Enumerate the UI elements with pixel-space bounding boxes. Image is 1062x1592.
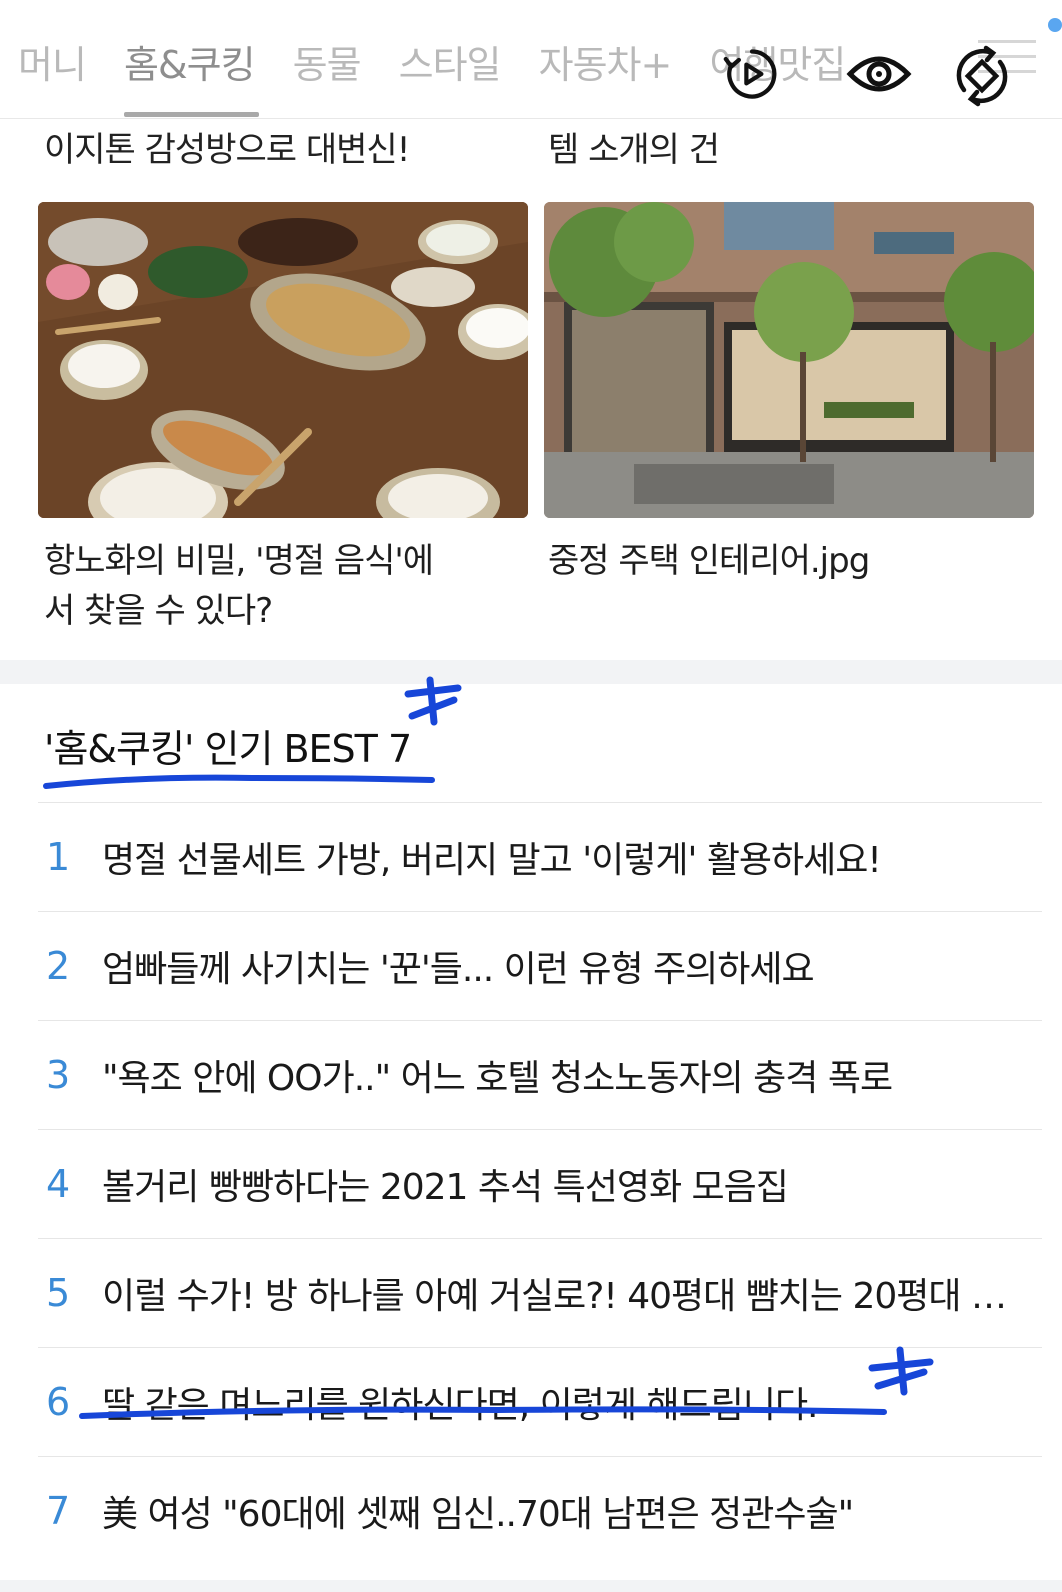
rank-number: 2 bbox=[46, 944, 71, 988]
tab-money[interactable]: 머니 bbox=[18, 34, 87, 89]
thumbnail-holiday-food[interactable] bbox=[38, 202, 528, 518]
rank-number: 3 bbox=[46, 1053, 71, 1097]
list-item-title: 볼거리 빵빵하다는 2021 추석 특선영화 모음집 bbox=[102, 1167, 789, 1208]
list-item[interactable]: 4 볼거리 빵빵하다는 2021 추석 특선영화 모음집 bbox=[38, 1129, 1042, 1238]
list-item[interactable]: 5 이럴 수가! 방 하나를 아예 거실로?! 40평대 뺨치는 20평대 인테… bbox=[38, 1238, 1042, 1347]
list-item[interactable]: 2 엄빠들께 사기치는 '꾼'들... 이런 유형 주의하세요 bbox=[38, 911, 1042, 1020]
notification-dot bbox=[1048, 18, 1062, 32]
list-item-title: 엄빠들께 사기치는 '꾼'들... 이런 유형 주의하세요 bbox=[102, 949, 815, 990]
handdrawn-underline-annotation bbox=[43, 774, 435, 789]
rank-number: 7 bbox=[46, 1489, 71, 1533]
rotate-diamond-icon[interactable] bbox=[950, 44, 1014, 108]
handdrawn-star-annotation bbox=[404, 676, 462, 726]
handdrawn-star-annotation-item6 bbox=[868, 1346, 934, 1396]
article-caption-2[interactable]: 중정 주택 인테리어.jpg bbox=[548, 536, 988, 586]
list-item[interactable]: 1 명절 선물세트 가방, 버리지 말고 '이렇게' 활용하세요! bbox=[38, 802, 1042, 911]
article-caption-1-line1: 항노화의 비밀, '명절 음식'에 bbox=[44, 541, 434, 581]
section-divider bbox=[0, 660, 1062, 684]
eye-icon[interactable] bbox=[846, 48, 912, 100]
rank-number: 4 bbox=[46, 1162, 71, 1206]
prev-article-caption-left[interactable]: 이지톤 감성방으로 대변신! bbox=[44, 128, 409, 172]
rank-number: 1 bbox=[46, 835, 71, 879]
list-item[interactable]: 3 "욕조 안에 OO가.." 어느 호텔 청소노동자의 충격 폭로 bbox=[38, 1020, 1042, 1129]
bottom-divider bbox=[0, 1580, 1062, 1592]
best-list: 1 명절 선물세트 가방, 버리지 말고 '이렇게' 활용하세요! 2 엄빠들께… bbox=[38, 802, 1042, 1565]
tab-cars[interactable]: 자동차+ bbox=[539, 34, 673, 89]
prev-article-caption-right[interactable]: 템 소개의 건 bbox=[548, 128, 719, 172]
list-item[interactable]: 7 美 여성 "60대에 셋째 임신..70대 남편은 정관수술" bbox=[38, 1456, 1042, 1565]
rank-number: 5 bbox=[46, 1271, 71, 1315]
tab-animals[interactable]: 동물 bbox=[293, 34, 362, 89]
list-item-title: 美 여성 "60대에 셋째 임신..70대 남편은 정관수술" bbox=[102, 1494, 854, 1535]
best-list-title: '홈&쿠킹' 인기 BEST 7 bbox=[44, 727, 412, 771]
tab-style[interactable]: 스타일 bbox=[399, 34, 502, 89]
list-item-title: "욕조 안에 OO가.." 어느 호텔 청소노동자의 충격 폭로 bbox=[102, 1058, 893, 1099]
article-caption-1-line2: 서 찾을 수 있다? bbox=[44, 591, 273, 631]
list-item-title: 이럴 수가! 방 하나를 아예 거실로?! 40평대 뺨치는 20평대 인테리어 bbox=[102, 1276, 1032, 1317]
article-caption-1[interactable]: 항노화의 비밀, '명절 음식'에 서 찾을 수 있다? bbox=[44, 536, 484, 636]
play-rotate-icon[interactable] bbox=[722, 44, 782, 104]
article-caption-2-line1: 중정 주택 인테리어.jpg bbox=[548, 541, 870, 581]
thumbnail-courtyard-house[interactable] bbox=[544, 202, 1034, 518]
tab-home-cooking[interactable]: 홈&쿠킹 bbox=[124, 34, 259, 117]
list-item-title: 명절 선물세트 가방, 버리지 말고 '이렇게' 활용하세요! bbox=[102, 840, 882, 881]
handdrawn-underline-annotation-item6 bbox=[79, 1406, 887, 1419]
